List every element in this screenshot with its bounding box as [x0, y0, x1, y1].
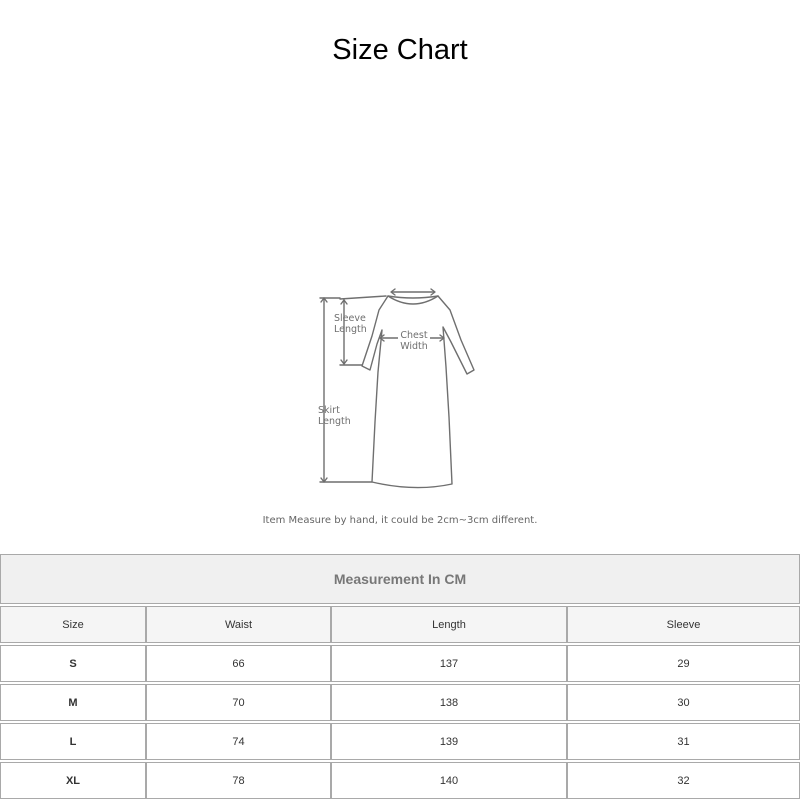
dress-outline [361, 295, 475, 489]
waist-cell: 78 [146, 762, 331, 799]
column-header-length: Length [331, 606, 567, 643]
waist-cell: 66 [146, 645, 331, 682]
length-cell: 139 [331, 723, 567, 760]
size-table: Measurement In CM Size Waist Length Slee… [0, 554, 800, 799]
waist-cell: 70 [146, 684, 331, 721]
skirt-label-line1: Skirt [318, 405, 340, 416]
dress-diagram: Chest Width Sleeve Length Skirt Length [318, 288, 475, 489]
sleeve-cell: 29 [567, 645, 800, 682]
sleeve-cell: 31 [567, 723, 800, 760]
column-header-size: Size [0, 606, 146, 643]
table-header-row: Size Waist Length Sleeve [0, 606, 800, 643]
table-row: L 74 139 31 [0, 723, 800, 760]
measurement-note: Item Measure by hand, it could be 2cm~3c… [262, 515, 538, 526]
table-row: S 66 137 29 [0, 645, 800, 682]
size-cell: XL [0, 762, 146, 799]
table-row: M 70 138 30 [0, 684, 800, 721]
table-row: XL 78 140 32 [0, 762, 800, 799]
sleeve-cell: 32 [567, 762, 800, 799]
size-cell: M [0, 684, 146, 721]
page-title: Size Chart [332, 34, 468, 66]
size-cell: S [0, 645, 146, 682]
neckline [387, 295, 439, 299]
sleeve-label-line1: Sleeve [334, 313, 366, 324]
length-cell: 137 [331, 645, 567, 682]
chest-label-line1: Chest [400, 330, 427, 341]
table-caption: Measurement In CM [0, 554, 800, 604]
sleeve-label-line2: Length [334, 324, 367, 335]
waist-cell: 74 [146, 723, 331, 760]
length-cell: 138 [331, 684, 567, 721]
size-cell: L [0, 723, 146, 760]
chest-label-line2: Width [400, 341, 428, 352]
column-header-sleeve: Sleeve [567, 606, 800, 643]
sleeve-cell: 30 [567, 684, 800, 721]
column-header-waist: Waist [146, 606, 331, 643]
length-cell: 140 [331, 762, 567, 799]
skirt-label-line2: Length [318, 416, 351, 427]
